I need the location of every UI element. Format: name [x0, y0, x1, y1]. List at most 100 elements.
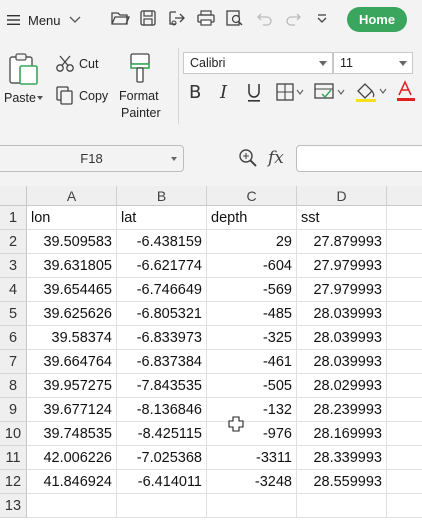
- cell-e[interactable]: [387, 494, 422, 518]
- cell-d[interactable]: 27.979993: [297, 278, 387, 302]
- cell-c[interactable]: -976: [207, 422, 297, 446]
- scissors-icon[interactable]: [55, 54, 75, 79]
- row-header[interactable]: 12: [0, 470, 27, 494]
- cell-b[interactable]: -8.136846: [117, 398, 207, 422]
- formula-input[interactable]: [296, 145, 422, 172]
- cell-d[interactable]: 28.029993: [297, 374, 387, 398]
- cell-a[interactable]: 39.625626: [27, 302, 117, 326]
- italic-icon[interactable]: I: [220, 82, 227, 103]
- paste-icon[interactable]: [6, 52, 40, 91]
- name-box[interactable]: F18: [0, 145, 184, 172]
- copy-icon[interactable]: [56, 86, 74, 111]
- cell-c[interactable]: -132: [207, 398, 297, 422]
- cell-c[interactable]: 29: [207, 230, 297, 254]
- undo-icon[interactable]: [256, 10, 274, 26]
- cell-a[interactable]: 39.677124: [27, 398, 117, 422]
- cell-d[interactable]: 27.879993: [297, 230, 387, 254]
- save-icon[interactable]: [139, 9, 157, 27]
- column-header-d[interactable]: D: [297, 186, 387, 206]
- cell-e[interactable]: [387, 206, 422, 230]
- row-header[interactable]: 4: [0, 278, 27, 302]
- cell-b[interactable]: -6.833973: [117, 326, 207, 350]
- cell-d[interactable]: 28.559993: [297, 470, 387, 494]
- open-folder-icon[interactable]: [110, 9, 130, 27]
- cell-style-icon[interactable]: [314, 83, 346, 106]
- format-painter-label-2[interactable]: Painter: [121, 106, 161, 120]
- cell-b[interactable]: -6.805321: [117, 302, 207, 326]
- column-header-c[interactable]: C: [207, 186, 297, 206]
- cell-e[interactable]: [387, 446, 422, 470]
- row-header[interactable]: 5: [0, 302, 27, 326]
- cell-a[interactable]: 39.748535: [27, 422, 117, 446]
- cell-d[interactable]: 28.169993: [297, 422, 387, 446]
- select-all-corner[interactable]: [0, 186, 27, 206]
- cell-d[interactable]: sst: [297, 206, 387, 230]
- font-name-select[interactable]: Calibri: [183, 52, 333, 74]
- cell-c[interactable]: -604: [207, 254, 297, 278]
- copy-label[interactable]: Copy: [79, 89, 108, 103]
- cell-b[interactable]: -6.837384: [117, 350, 207, 374]
- cell-a[interactable]: 39.58374: [27, 326, 117, 350]
- borders-icon[interactable]: [276, 83, 304, 106]
- print-preview-icon[interactable]: [225, 9, 245, 27]
- menu-button[interactable]: Menu: [6, 8, 81, 32]
- cell-e[interactable]: [387, 326, 422, 350]
- fx-icon[interactable]: fx: [268, 148, 284, 168]
- cell-b[interactable]: -6.438159: [117, 230, 207, 254]
- cell-c[interactable]: -569: [207, 278, 297, 302]
- cell-d[interactable]: 28.039993: [297, 302, 387, 326]
- cell-a[interactable]: 39.654465: [27, 278, 117, 302]
- cell-c[interactable]: -461: [207, 350, 297, 374]
- cell-b[interactable]: -7.025368: [117, 446, 207, 470]
- cell-e[interactable]: [387, 422, 422, 446]
- cell-c[interactable]: -3248: [207, 470, 297, 494]
- cell-e[interactable]: [387, 230, 422, 254]
- cell-c[interactable]: depth: [207, 206, 297, 230]
- cell-e[interactable]: [387, 254, 422, 278]
- row-header[interactable]: 3: [0, 254, 27, 278]
- row-header[interactable]: 1: [0, 206, 27, 230]
- cell-b[interactable]: -8.425115: [117, 422, 207, 446]
- zoom-search-icon[interactable]: [237, 148, 259, 173]
- cell-c[interactable]: -505: [207, 374, 297, 398]
- cell-e[interactable]: [387, 302, 422, 326]
- row-header[interactable]: 10: [0, 422, 27, 446]
- cell-c[interactable]: [207, 494, 297, 518]
- cell-a[interactable]: 41.846924: [27, 470, 117, 494]
- column-header-a[interactable]: A: [27, 186, 117, 206]
- row-header[interactable]: 13: [0, 494, 27, 518]
- cell-e[interactable]: [387, 398, 422, 422]
- cell-b[interactable]: lat: [117, 206, 207, 230]
- row-header[interactable]: 11: [0, 446, 27, 470]
- home-tab-button[interactable]: Home: [347, 7, 407, 32]
- underline-icon[interactable]: [245, 82, 263, 109]
- font-color-icon[interactable]: [396, 80, 418, 107]
- paste-dropdown-icon[interactable]: [36, 95, 44, 101]
- cell-a[interactable]: [27, 494, 117, 518]
- cell-c[interactable]: -3311: [207, 446, 297, 470]
- font-size-select[interactable]: 11: [333, 52, 413, 74]
- cell-a[interactable]: 39.957275: [27, 374, 117, 398]
- cell-e[interactable]: [387, 470, 422, 494]
- row-header[interactable]: 7: [0, 350, 27, 374]
- cell-d[interactable]: 28.039993: [297, 326, 387, 350]
- spreadsheet-grid[interactable]: A B C D 1 lon lat depth sst 2 39.509583 -6.4381…: [0, 186, 422, 522]
- cell-d[interactable]: 28.039993: [297, 350, 387, 374]
- cell-e[interactable]: [387, 374, 422, 398]
- format-painter-label-1[interactable]: Format: [119, 89, 159, 103]
- row-header[interactable]: 8: [0, 374, 27, 398]
- cell-b[interactable]: -7.843535: [117, 374, 207, 398]
- cell-d[interactable]: 28.339993: [297, 446, 387, 470]
- cell-b[interactable]: -6.621774: [117, 254, 207, 278]
- column-header-b[interactable]: B: [117, 186, 207, 206]
- format-painter-icon[interactable]: [126, 52, 156, 89]
- redo-icon[interactable]: [284, 10, 302, 26]
- customize-toolbar-icon[interactable]: [315, 12, 329, 26]
- column-header-e[interactable]: [387, 186, 422, 206]
- cell-d[interactable]: [297, 494, 387, 518]
- cell-b[interactable]: -6.746649: [117, 278, 207, 302]
- print-icon[interactable]: [196, 9, 216, 27]
- row-header[interactable]: 9: [0, 398, 27, 422]
- cell-a[interactable]: 39.631805: [27, 254, 117, 278]
- paste-label[interactable]: Paste: [4, 91, 36, 105]
